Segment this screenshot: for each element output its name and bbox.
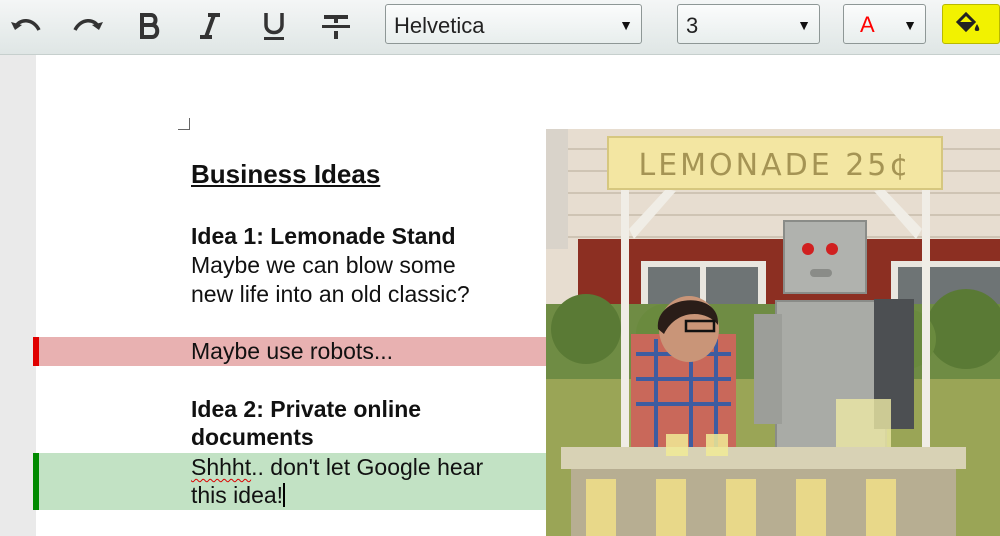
font-family-select[interactable]: Helvetica ▼ xyxy=(385,4,642,44)
font-color-icon: A xyxy=(860,12,875,37)
document-title: Business Ideas xyxy=(191,159,381,189)
idea2-heading-line1: Idea 2: Private online xyxy=(191,396,422,422)
chevron-down-icon: ▼ xyxy=(797,17,811,33)
comment-green-line2-text: this idea! xyxy=(191,482,284,508)
comment-green-rest: .. don't let Google hear xyxy=(251,454,484,480)
font-size-value: 3 xyxy=(686,13,699,38)
text-cursor xyxy=(283,483,285,507)
idea2-heading-line2: documents xyxy=(191,424,314,450)
underline-icon[interactable] xyxy=(252,6,296,46)
idea1-line2: new life into an old classic? xyxy=(191,281,470,307)
change-marker-red xyxy=(33,337,39,366)
font-size-select[interactable]: 3 ▼ xyxy=(677,4,820,44)
lemonade-stand-photo[interactable]: LEMONADE 25¢ xyxy=(546,129,1000,536)
editor-left-margin xyxy=(0,55,36,536)
strikethrough-icon[interactable] xyxy=(314,6,358,46)
italic-icon[interactable] xyxy=(188,6,232,46)
misspelled-word[interactable]: Shhht xyxy=(191,454,251,480)
undo-icon[interactable] xyxy=(4,6,48,46)
comment-green-line1: Shhht.. don't let Google hear xyxy=(191,453,483,481)
page-corner-marker xyxy=(178,118,190,130)
highlight-color-select[interactable] xyxy=(942,4,1000,44)
font-color-select[interactable]: A ▼ xyxy=(843,4,926,44)
comment-green-line2: this idea! xyxy=(191,481,285,509)
comment-red-text: Maybe use robots... xyxy=(191,338,393,364)
chevron-down-icon: ▼ xyxy=(619,17,633,33)
redo-icon[interactable] xyxy=(66,6,110,46)
idea1-heading: Idea 1: Lemonade Stand xyxy=(191,223,456,249)
lemonade-sign-text: LEMONADE 25¢ xyxy=(639,148,912,183)
change-marker-green xyxy=(33,453,39,510)
idea1-line1: Maybe we can blow some xyxy=(191,252,456,278)
bold-icon[interactable] xyxy=(128,6,172,46)
font-family-value: Helvetica xyxy=(394,13,485,38)
highlight-color-icon xyxy=(952,11,982,41)
chevron-down-icon: ▼ xyxy=(903,17,917,33)
formatting-toolbar: Helvetica ▼ 3 ▼ A ▼ xyxy=(0,0,1000,55)
